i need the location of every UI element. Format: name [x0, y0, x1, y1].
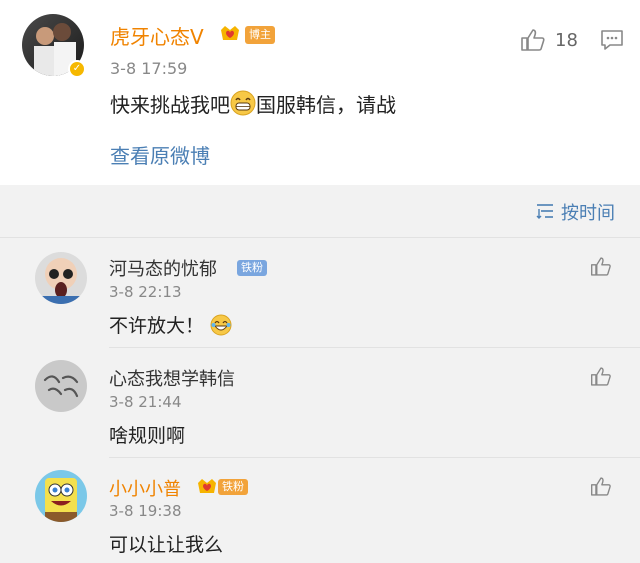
sort-icon[interactable] [535, 202, 555, 224]
commenter-avatar[interactable] [35, 360, 87, 412]
comment-like-icon[interactable] [590, 256, 612, 281]
commenter-name[interactable]: 心态我想学韩信 [109, 365, 235, 391]
comment-text: 可以让让我么 [109, 534, 224, 556]
post-time: 3-8 17:59 [110, 59, 188, 78]
vip-crown-icon [196, 475, 218, 497]
post-author-name[interactable]: 虎牙心态V [110, 21, 204, 50]
comment-text: 啥规则啊 [109, 425, 186, 447]
commenter-name[interactable]: 河马态的忧郁 [109, 255, 217, 281]
comment-time: 3-8 19:38 [109, 502, 182, 520]
post-text: 快来挑战我吧 国服韩信，请战 [110, 89, 396, 121]
verified-icon: ✓ [68, 60, 86, 78]
comment-text: 不许放大！ [109, 311, 232, 341]
comment-time: 3-8 22:13 [109, 283, 182, 301]
commenter-avatar[interactable] [35, 470, 87, 522]
comment-item: 心态我想学韩信 3-8 21:44 啥规则啊 [0, 348, 640, 457]
commenter-avatar[interactable] [35, 252, 87, 304]
comment-like-icon[interactable] [590, 366, 612, 391]
sort-by-time-button[interactable]: 按时间 [561, 199, 615, 225]
commenter-badge: 铁粉 [218, 479, 248, 495]
vip-crown-icon [219, 22, 241, 44]
comment-icon[interactable] [600, 29, 624, 55]
view-original-link[interactable]: 查看原微博 [110, 140, 210, 169]
post-like-icon[interactable] [520, 28, 546, 56]
laugh-cry-emoji-icon [210, 314, 232, 341]
comment-like-icon[interactable] [590, 476, 612, 501]
comment-item: 小小小普 铁粉 3-8 19:38 可以让让我么 [0, 458, 640, 563]
comment-time: 3-8 21:44 [109, 393, 182, 411]
post-card: ✓ 虎牙心态V 博主 3-8 17:59 快来挑战我吧 国服韩信，请战 查看原微博… [0, 0, 640, 185]
author-badge: 博主 [245, 26, 275, 44]
commenter-badge: 铁粉 [237, 260, 267, 276]
grin-emoji-icon [230, 90, 256, 121]
commenter-name[interactable]: 小小小普 [109, 475, 181, 501]
comment-item: 河马态的忧郁 铁粉 3-8 22:13 不许放大！ [0, 238, 640, 347]
post-like-count: 18 [555, 30, 578, 51]
sort-bar: 按时间 [0, 185, 640, 237]
